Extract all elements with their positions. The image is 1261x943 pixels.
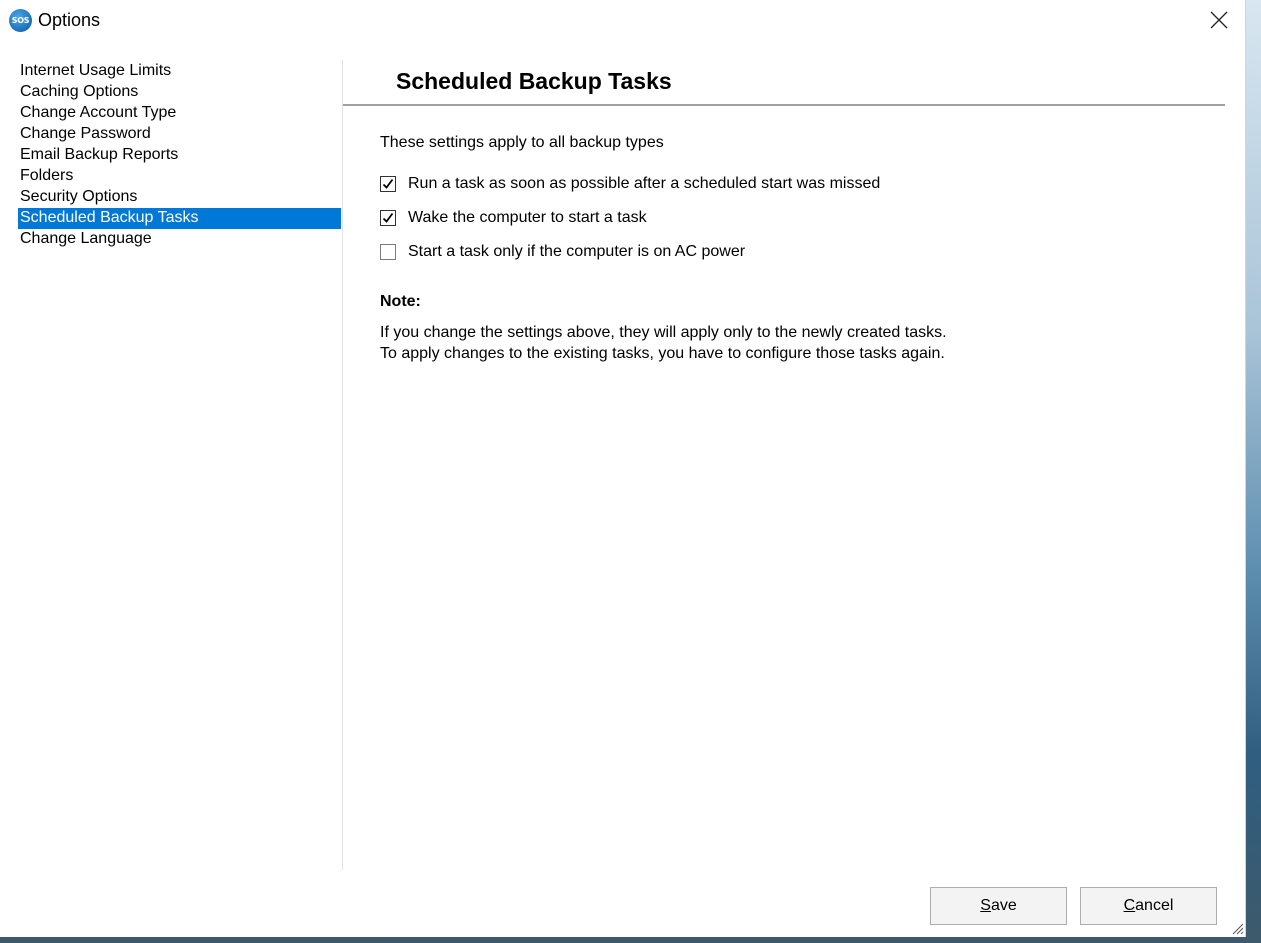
sidebar-item-change-password[interactable]: Change Password [18,124,341,145]
window-title: Options [38,10,101,30]
run-missed-task-checkbox[interactable] [380,176,396,192]
option-run-missed-task[interactable]: Run a task as soon as possible after a s… [380,174,880,194]
sidebar-item-email-backup-reports[interactable]: Email Backup Reports [18,145,341,166]
sidebar-item-change-account-type[interactable]: Change Account Type [18,103,341,124]
sidebar-item-caching-options[interactable]: Caching Options [18,82,341,103]
cancel-mnemonic: C [1123,897,1136,914]
wake-computer-label: Wake the computer to start a task [408,209,647,226]
wake-computer-checkbox[interactable] [380,210,396,226]
sos-app-icon: SOS [9,9,32,32]
check-icon [382,212,394,223]
page-title: Scheduled Backup Tasks [396,68,672,94]
sidebar-item-scheduled-backup-tasks[interactable]: Scheduled Backup Tasks [18,208,341,229]
note-heading: Note: [380,293,421,310]
check-icon [382,178,394,189]
close-button[interactable] [1196,2,1242,38]
sidebar-item-change-language[interactable]: Change Language [18,229,341,250]
option-ac-power-only[interactable]: Start a task only if the computer is on … [380,242,745,262]
note-line-2: To apply changes to the existing tasks, … [380,345,945,362]
ac-power-only-label: Start a task only if the computer is on … [408,243,746,260]
sidebar-item-folders[interactable]: Folders [18,166,341,187]
run-missed-task-label: Run a task as soon as possible after a s… [408,175,881,192]
note-line-1: If you change the settings above, they w… [380,324,947,341]
title-divider [343,104,1225,106]
save-mnemonic: S [980,897,991,914]
options-dialog: SOS Options Internet Usage Limits Cachin… [0,0,1245,937]
cancel-label-rest: ancel [1135,897,1174,914]
sidebar-item-internet-usage-limits[interactable]: Internet Usage Limits [18,61,341,82]
ac-power-only-checkbox[interactable] [380,244,396,260]
cancel-button[interactable]: Cancel [1080,887,1217,925]
save-label-rest: ave [990,897,1017,914]
save-button[interactable]: Save [930,887,1067,925]
title-bar: SOS Options [0,0,1245,40]
option-wake-computer[interactable]: Wake the computer to start a task [380,208,647,228]
options-sidebar: Internet Usage Limits Caching Options Ch… [18,61,341,250]
resize-grip-icon[interactable] [1230,921,1244,935]
sidebar-item-security-options[interactable]: Security Options [18,187,341,208]
close-icon [1210,11,1228,29]
intro-text: These settings apply to all backup types [380,134,664,151]
vertical-divider [342,60,343,870]
